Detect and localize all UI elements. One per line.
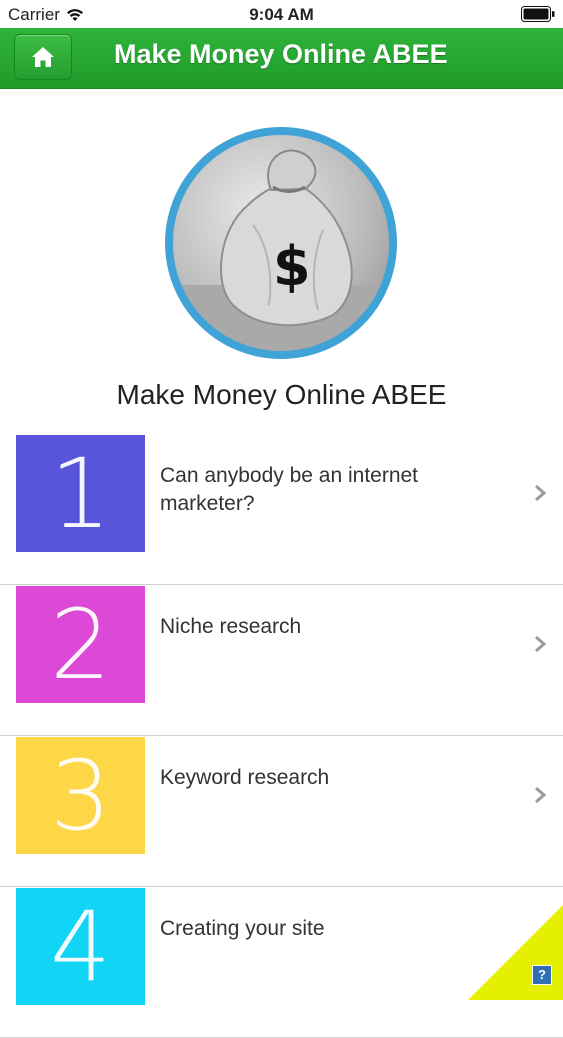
chevron-right-icon (535, 786, 547, 804)
chapter-number: 3 (49, 739, 112, 852)
nav-title: Make Money Online ABEE (114, 39, 448, 69)
page-curl-flap[interactable] (468, 905, 563, 1000)
svg-text:$: $ (273, 235, 311, 298)
chapter-title: Can anybody be an internet marketer? (160, 464, 419, 515)
status-time: 9:04 AM (249, 5, 314, 24)
help-button[interactable]: ? (532, 965, 552, 985)
chevron-right-icon (535, 635, 547, 653)
list-item-1[interactable]: 1 Can anybody be an internet marketer? (0, 434, 563, 585)
avatar: $ (165, 127, 397, 359)
status-bar: Carrier 9:04 AM (0, 0, 563, 28)
chapter-title: Niche research (160, 615, 302, 638)
profile-title: Make Money Online ABEE (116, 379, 447, 410)
chevron-right-icon (535, 484, 547, 502)
chapter-number: 2 (49, 588, 112, 701)
list-item-2[interactable]: 2 Niche research (0, 585, 563, 736)
chapter-thumbnail: 2 (16, 586, 145, 703)
chapter-thumbnail: 4 (16, 888, 145, 1005)
chapter-number: 1 (49, 437, 112, 550)
chapter-number: 4 (49, 890, 112, 1003)
chapter-thumbnail: 3 (16, 737, 145, 854)
money-bag-icon: $ (173, 149, 389, 351)
list-item-3[interactable]: 3 Keyword research (0, 736, 563, 887)
battery-icon (521, 6, 555, 22)
chapter-title: Keyword research (160, 766, 330, 789)
home-button[interactable] (14, 34, 72, 80)
chapter-title: Creating your site (160, 917, 325, 940)
chapter-thumbnail: 1 (16, 435, 145, 552)
home-icon (32, 47, 54, 67)
nav-bar: Make Money Online ABEE (0, 28, 563, 89)
money-bag-image: $ (173, 135, 389, 351)
